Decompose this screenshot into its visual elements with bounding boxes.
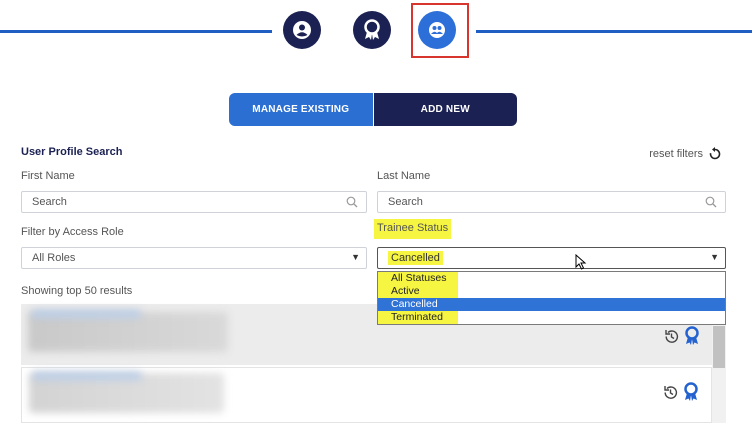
- progress-line-left: [0, 30, 272, 33]
- reset-icon: [709, 147, 721, 160]
- mode-tabs: MANAGE EXISTING ADD NEW: [229, 93, 517, 126]
- ribbon-icon[interactable]: [684, 326, 700, 346]
- section-title: User Profile Search: [21, 146, 123, 158]
- tab-add-new[interactable]: ADD NEW: [373, 93, 517, 126]
- blurred-user-name: [32, 372, 142, 380]
- dropdown-option-selected[interactable]: Cancelled: [378, 298, 725, 311]
- progress-line-right: [476, 30, 752, 33]
- search-icon: [346, 196, 358, 208]
- access-role-label: Filter by Access Role: [21, 226, 124, 238]
- award-badge-icon: [364, 19, 380, 40]
- reset-filters-button[interactable]: reset filters: [649, 147, 722, 161]
- last-name-placeholder: Search: [388, 196, 423, 208]
- trainee-status-select[interactable]: Cancelled ▼: [377, 247, 726, 269]
- reset-filters-label: reset filters: [649, 148, 703, 160]
- trainee-status-label-text: Trainee Status: [374, 219, 452, 239]
- access-role-select[interactable]: All Roles ▼: [21, 247, 367, 269]
- ribbon-icon[interactable]: [683, 382, 699, 402]
- scrollbar-thumb[interactable]: [713, 326, 725, 368]
- history-icon[interactable]: [662, 384, 679, 401]
- results-count-text: Showing top 50 results: [21, 285, 133, 297]
- trainee-status-dropdown: All Statuses Active Cancelled Terminated: [377, 271, 726, 325]
- row-actions: [662, 382, 699, 402]
- blurred-user-info: [28, 312, 228, 352]
- step-profile[interactable]: [283, 11, 321, 49]
- step-certification[interactable]: [353, 11, 391, 49]
- dropdown-option[interactable]: All Statuses: [378, 272, 725, 285]
- search-icon: [705, 196, 717, 208]
- row-actions: [663, 326, 700, 346]
- chevron-down-icon: ▼: [351, 252, 360, 262]
- trainee-status-label: Trainee Status: [374, 219, 452, 239]
- first-name-label: First Name: [21, 170, 75, 182]
- first-name-input[interactable]: Search: [21, 191, 367, 213]
- first-name-placeholder: Search: [32, 196, 67, 208]
- tab-manage-existing[interactable]: MANAGE EXISTING: [229, 93, 374, 126]
- user-circle-icon: [293, 21, 311, 39]
- mouse-cursor-icon: [575, 254, 587, 270]
- chevron-down-icon: ▼: [710, 252, 719, 262]
- blurred-user-name: [31, 310, 141, 318]
- history-icon[interactable]: [663, 328, 680, 345]
- last-name-input[interactable]: Search: [377, 191, 726, 213]
- dropdown-option[interactable]: Terminated: [378, 311, 725, 324]
- dropdown-option[interactable]: Active: [378, 285, 725, 298]
- access-role-value: All Roles: [32, 252, 76, 264]
- step-highlight-box: [411, 3, 469, 58]
- last-name-label: Last Name: [377, 170, 431, 182]
- result-row[interactable]: [21, 367, 712, 423]
- trainee-status-value: Cancelled: [388, 251, 443, 265]
